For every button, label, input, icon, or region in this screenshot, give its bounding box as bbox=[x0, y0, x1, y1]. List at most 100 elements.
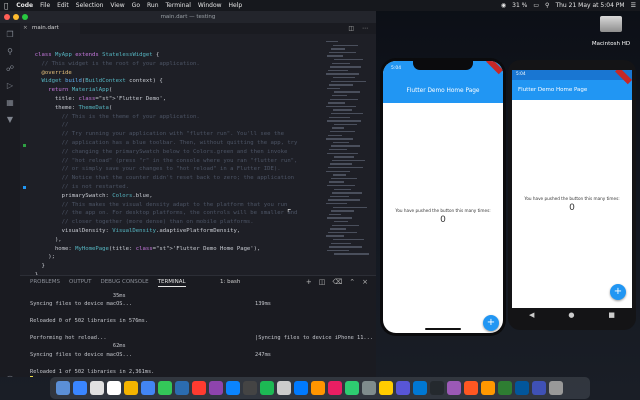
menu-help[interactable]: Help bbox=[229, 2, 243, 9]
code-line[interactable]: ); bbox=[28, 253, 338, 262]
dock-app-icon[interactable] bbox=[208, 381, 223, 395]
dock-app-icon[interactable] bbox=[378, 381, 393, 395]
home-icon[interactable]: ● bbox=[568, 311, 574, 319]
zoom-window-button[interactable] bbox=[22, 14, 28, 20]
split-editor-icon[interactable]: ◫ bbox=[348, 25, 354, 32]
code-line[interactable]: title: class="st">'Flutter Demo', bbox=[28, 95, 338, 104]
dock-app-icon[interactable] bbox=[429, 381, 444, 395]
menu-run[interactable]: Run bbox=[147, 2, 159, 9]
dock-app-icon[interactable] bbox=[327, 381, 342, 395]
code-line[interactable]: // bbox=[28, 121, 338, 130]
hard-drive-label[interactable]: Macintosh HD bbox=[582, 41, 640, 47]
tab-output[interactable]: OUTPUT bbox=[69, 279, 91, 287]
code-line[interactable]: home: MyHomePage(title: class="st">'Flut… bbox=[28, 245, 338, 254]
dock-app-icon[interactable] bbox=[123, 381, 138, 395]
dock-app-icon[interactable] bbox=[344, 381, 359, 395]
dock-app-icon[interactable] bbox=[191, 381, 206, 395]
back-icon[interactable]: ◀ bbox=[529, 311, 534, 319]
code-line[interactable]: // Try running your application with "fl… bbox=[28, 130, 338, 139]
dock-app-icon[interactable] bbox=[276, 381, 291, 395]
dock-app-icon[interactable] bbox=[446, 381, 461, 395]
code-line[interactable]: // closer together (more dense) than on … bbox=[28, 218, 338, 227]
clock[interactable]: Thu 21 May at 5:04 PM bbox=[555, 2, 624, 9]
menu-view[interactable]: View bbox=[110, 2, 124, 9]
code-line[interactable]: theme: ThemeData( bbox=[28, 104, 338, 113]
dock-app-icon[interactable] bbox=[463, 381, 478, 395]
android-increment-button[interactable]: + bbox=[610, 284, 626, 300]
dock-app-icon[interactable] bbox=[242, 381, 257, 395]
dock-app-icon[interactable] bbox=[140, 381, 155, 395]
flutter-icon[interactable]: ▼ bbox=[5, 115, 15, 125]
close-icon[interactable]: × bbox=[23, 23, 28, 34]
dock-app-icon[interactable] bbox=[412, 381, 427, 395]
tab-debug-console[interactable]: DEBUG CONSOLE bbox=[100, 279, 148, 287]
dock-app-icon[interactable] bbox=[293, 381, 308, 395]
dock-app-icon[interactable] bbox=[55, 381, 70, 395]
apple-menu-icon[interactable]:  bbox=[4, 2, 8, 10]
dock-app-icon[interactable] bbox=[395, 381, 410, 395]
code-line[interactable]: // or simply save your changes to "hot r… bbox=[28, 165, 338, 174]
code-line[interactable]: visualDensity: VisualDensity.adaptivePla… bbox=[28, 227, 338, 236]
minimap[interactable] bbox=[326, 41, 369, 271]
add-terminal-icon[interactable]: + bbox=[306, 278, 312, 286]
code-line[interactable]: primarySwatch: Colors.blue, bbox=[28, 192, 338, 201]
code-line[interactable]: // the app on. For desktop platforms, th… bbox=[28, 209, 338, 218]
battery-icon[interactable]: ▭ bbox=[533, 2, 539, 9]
menu-edit[interactable]: Edit bbox=[57, 2, 69, 9]
dock-app-icon[interactable] bbox=[514, 381, 529, 395]
wifi-icon[interactable]: ◉ bbox=[501, 2, 506, 9]
search-icon[interactable]: ⚲ bbox=[5, 47, 15, 57]
code-line[interactable]: // is not restarted. bbox=[28, 183, 338, 192]
battery-percent[interactable]: 31 % bbox=[512, 2, 527, 9]
control-center-icon[interactable]: ☰ bbox=[631, 2, 636, 9]
hard-drive-icon[interactable] bbox=[596, 14, 626, 38]
explorer-icon[interactable]: ❐ bbox=[5, 30, 15, 40]
ios-increment-button[interactable]: + bbox=[483, 315, 499, 331]
dock-app-icon[interactable] bbox=[259, 381, 274, 395]
close-window-button[interactable] bbox=[4, 14, 10, 20]
dock-app-icon[interactable] bbox=[225, 381, 240, 395]
dock-app-icon[interactable] bbox=[497, 381, 512, 395]
dock-app-icon[interactable] bbox=[531, 381, 546, 395]
close-icon[interactable]: × bbox=[362, 278, 368, 286]
dock-app-icon[interactable] bbox=[72, 381, 87, 395]
extensions-icon[interactable]: ▦ bbox=[5, 98, 15, 108]
source-control-icon[interactable]: ☍ bbox=[5, 64, 15, 74]
dock-app-icon[interactable] bbox=[480, 381, 495, 395]
more-icon[interactable]: ⋯ bbox=[362, 25, 368, 32]
dock-app-icon[interactable] bbox=[174, 381, 189, 395]
menu-window[interactable]: Window bbox=[198, 2, 222, 9]
code-line[interactable]: // This widget is the root of your appli… bbox=[28, 60, 338, 69]
code-line[interactable]: class MyApp extends StatelessWidget { bbox=[28, 51, 338, 60]
menu-selection[interactable]: Selection bbox=[76, 2, 104, 9]
app-menu[interactable]: Code bbox=[16, 2, 33, 9]
tab-main-dart[interactable]: × main.dart bbox=[20, 23, 80, 34]
tab-terminal[interactable]: TERMINAL bbox=[157, 279, 186, 287]
code-line[interactable]: @override bbox=[28, 69, 338, 78]
minimize-window-button[interactable] bbox=[13, 14, 19, 20]
code-line[interactable]: // "hot reload" (press "r" in the consol… bbox=[28, 157, 338, 166]
trash-icon[interactable]: ⌫ bbox=[332, 278, 342, 286]
code-line[interactable]: // Notice that the counter didn't reset … bbox=[28, 174, 338, 183]
tab-problems[interactable]: PROBLEMS bbox=[30, 279, 60, 287]
dock-app-icon[interactable] bbox=[361, 381, 376, 395]
menu-go[interactable]: Go bbox=[132, 2, 140, 9]
code-line[interactable]: return MaterialApp( bbox=[28, 86, 338, 95]
code-line[interactable]: Widget build(BuildContext context) { bbox=[28, 77, 338, 86]
code-line[interactable]: ), bbox=[28, 236, 338, 245]
dock-app-icon[interactable] bbox=[157, 381, 172, 395]
menu-file[interactable]: File bbox=[40, 2, 50, 9]
search-icon[interactable]: ⚲ bbox=[545, 2, 549, 9]
chevron-up-icon[interactable]: ⌃ bbox=[349, 278, 355, 286]
dock-app-icon[interactable] bbox=[310, 381, 325, 395]
debug-icon[interactable]: ▷ bbox=[5, 81, 15, 91]
code-line[interactable]: // changing the primarySwatch below to C… bbox=[28, 148, 338, 157]
code-line[interactable]: // This is the theme of your application… bbox=[28, 113, 338, 122]
split-terminal-icon[interactable]: ◫ bbox=[319, 278, 326, 286]
terminal-select[interactable]: 1: bash bbox=[220, 279, 240, 285]
recents-icon[interactable]: ■ bbox=[608, 311, 615, 319]
code-line[interactable]: // This makes the visual density adapt t… bbox=[28, 201, 338, 210]
dock-app-icon[interactable] bbox=[548, 381, 563, 395]
dock-app-icon[interactable] bbox=[106, 381, 121, 395]
code-line[interactable]: } bbox=[28, 262, 338, 271]
